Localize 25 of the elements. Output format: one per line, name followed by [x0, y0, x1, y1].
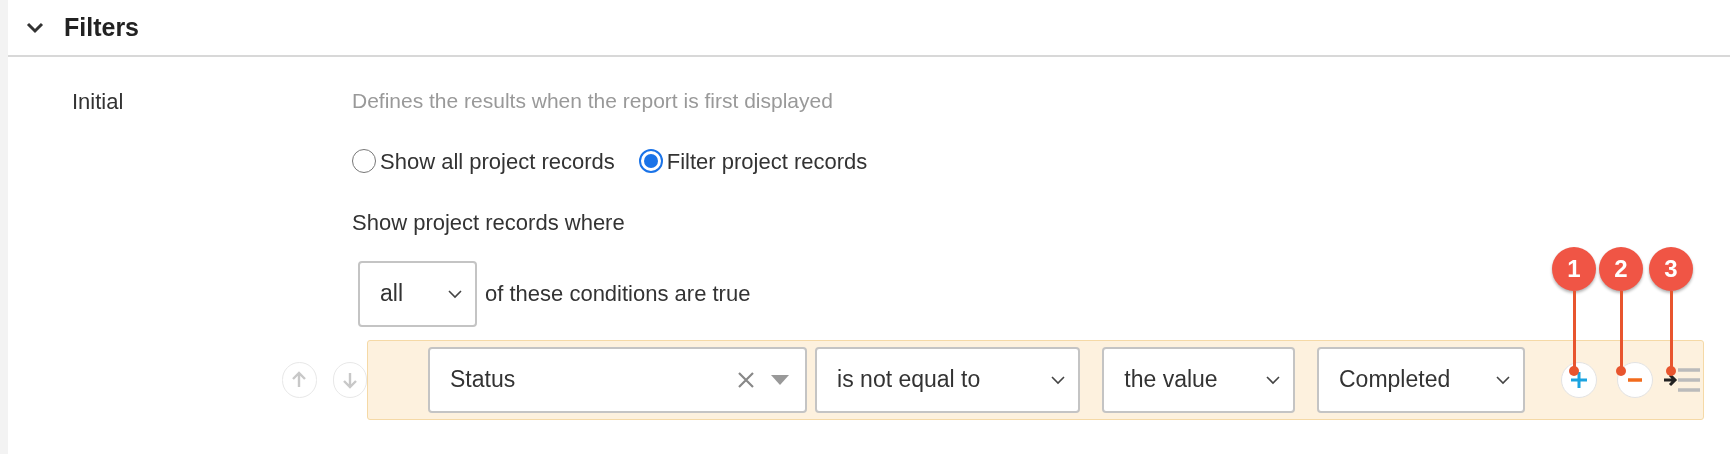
- operator-select[interactable]: is not equal to: [815, 346, 1081, 413]
- radio-button[interactable]: [638, 149, 663, 173]
- field-label: Initial: [72, 89, 124, 114]
- clear-icon[interactable]: [737, 370, 756, 389]
- chevron-down-icon: [1050, 374, 1067, 385]
- chevron-down-icon[interactable]: [26, 21, 44, 34]
- add-button[interactable]: [1561, 361, 1598, 398]
- chevron-down-icon: [1265, 374, 1282, 385]
- section-title: Filters: [64, 11, 140, 43]
- radio-option[interactable]: Show all project records: [352, 144, 615, 178]
- radio-option[interactable]: Filter project records: [638, 144, 868, 178]
- dropdown-triangle-icon: [771, 374, 790, 385]
- condition-heading: Show project records where: [352, 208, 626, 237]
- match-select[interactable]: all: [358, 260, 477, 327]
- field-select[interactable]: Status: [428, 346, 808, 413]
- chevron-down-icon: [1495, 374, 1512, 385]
- value-select[interactable]: Completed: [1317, 346, 1526, 413]
- chevron-down-icon: [447, 288, 463, 299]
- match-suffix: of these conditions are true: [485, 280, 751, 308]
- remove-button[interactable]: [1617, 361, 1653, 398]
- indent-icon: [1662, 366, 1702, 393]
- value-type-select[interactable]: the value: [1102, 346, 1296, 413]
- plus-icon: [1569, 369, 1590, 390]
- description-text: Defines the results when the report is first displayed: [352, 88, 834, 114]
- minus-icon: [1627, 376, 1643, 383]
